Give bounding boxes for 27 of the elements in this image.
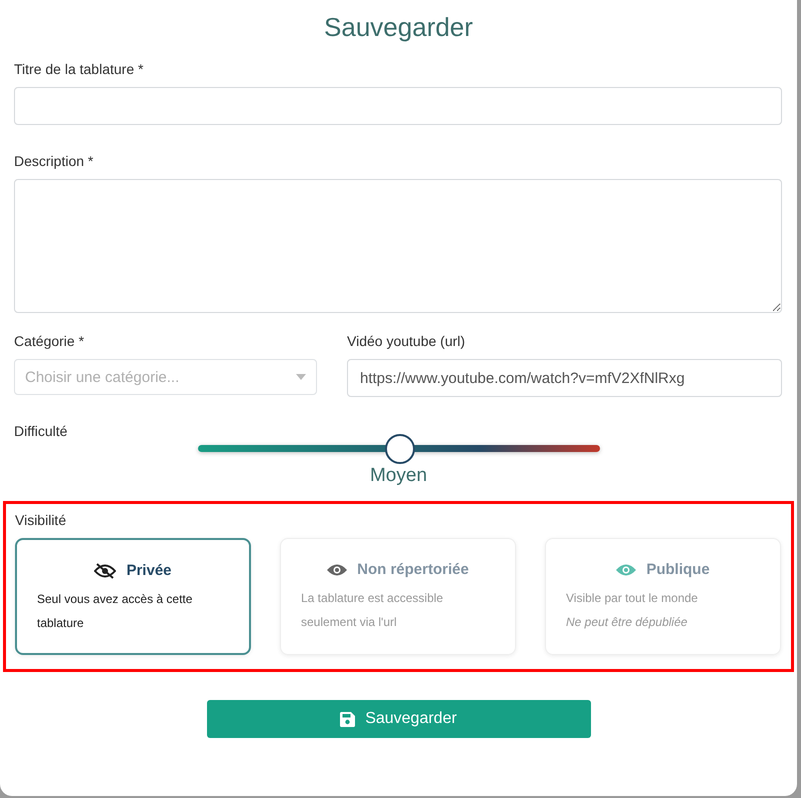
video-url-input[interactable]: https://www.youtube.com/watch?v=mfV2XfNlRxg [347, 359, 782, 397]
option-description: Seul vous avez accès à cette tablature [37, 591, 194, 632]
option-description: La tablature est accessible seulement via l'url [301, 590, 444, 631]
save-button[interactable]: Sauvegarder [206, 700, 590, 738]
eye-slash-icon [94, 562, 116, 578]
field-label: Description * [14, 153, 94, 169]
eye-icon [616, 562, 636, 576]
field-label: Visibilité [15, 512, 68, 528]
visibility-option-card[interactable]: Non répertoriée La tablature est accessible seulement via l'url [280, 538, 516, 655]
field-label: Vidéo youtube (url) [347, 333, 466, 349]
dialog-title: Sauvegarder [324, 12, 473, 43]
visibility-option-card[interactable]: Publique Visible par tout le monde Ne peut être dépubliée [545, 538, 781, 655]
field-label: Titre de la tablature * [14, 61, 144, 77]
visibility-option-card[interactable]: Privée Seul vous avez accès à cette tablature [15, 538, 251, 655]
eye-icon [327, 562, 348, 576]
difficulty-reading: Moyen [368, 465, 428, 487]
caret-icon [296, 374, 306, 380]
option-title: Privée [126, 562, 172, 579]
option-description: Visible par tout le monde [566, 590, 699, 607]
option-title: Non répertoriée [357, 561, 469, 578]
field-label: Difficulté [14, 423, 68, 439]
field-label: Catégorie * [14, 333, 86, 349]
option-note: Ne peut être dépubliée [566, 614, 688, 631]
title-input[interactable] [14, 87, 782, 125]
category-select[interactable]: Choisir une catégorie... [14, 359, 317, 395]
slider-thumb[interactable] [384, 434, 414, 464]
option-title: Publique [646, 561, 710, 578]
